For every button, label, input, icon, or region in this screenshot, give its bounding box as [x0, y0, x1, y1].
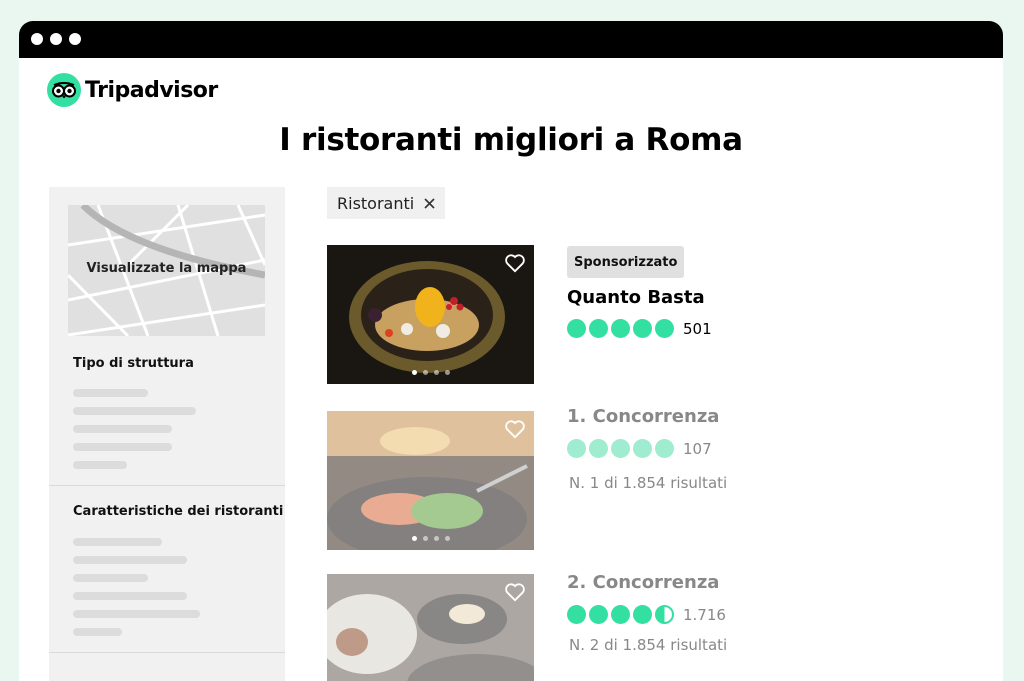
- rating-bubbles: 107: [567, 439, 712, 458]
- heart-icon[interactable]: [504, 582, 526, 602]
- window-control-dot[interactable]: [31, 33, 43, 45]
- review-count[interactable]: 1.716: [683, 606, 726, 624]
- browser-window: Tripadvisor I ristoranti migliori a Roma…: [19, 21, 1003, 681]
- filter-option-placeholder[interactable]: [73, 461, 127, 469]
- filter-chip-label: Ristoranti: [337, 193, 415, 213]
- listing-photo[interactable]: [327, 245, 534, 384]
- rating-bubble-icon: [633, 439, 652, 458]
- photo-carousel-dots[interactable]: [327, 370, 534, 375]
- rating-bubble-icon: [611, 605, 630, 624]
- listing-photo[interactable]: [327, 411, 534, 550]
- map-preview[interactable]: Visualizzate la mappa: [68, 205, 265, 336]
- sponsored-badge: Sponsorizzato: [567, 246, 685, 278]
- heart-icon[interactable]: [504, 419, 526, 439]
- rating-bubble-icon: [567, 439, 586, 458]
- rating-bubble-icon: [611, 439, 630, 458]
- logo-wordmark: Tripadvisor: [85, 77, 218, 103]
- photo-carousel-dots[interactable]: [327, 536, 534, 541]
- section-divider: [49, 652, 285, 653]
- filter-option-placeholder[interactable]: [73, 425, 172, 433]
- review-count[interactable]: 107: [683, 440, 712, 458]
- rating-bubble-icon: [611, 319, 630, 338]
- food-photo: [327, 411, 534, 550]
- rating-bubble-icon: [655, 439, 674, 458]
- heart-icon[interactable]: [504, 253, 526, 273]
- listing-rank: N. 2 di 1.854 risultati: [569, 636, 728, 654]
- structure-type-heading: Tipo di struttura: [73, 356, 194, 371]
- listing-title[interactable]: 2. Concorrenza: [567, 572, 719, 593]
- rating-bubble-icon: [567, 605, 586, 624]
- rating-bubble-icon: [633, 319, 652, 338]
- filter-option-placeholder[interactable]: [73, 592, 187, 600]
- food-photo: [327, 574, 534, 681]
- rating-bubbles: 501: [567, 319, 712, 338]
- rating-bubble-icon: [589, 439, 608, 458]
- rating-bubble-icon: [633, 605, 652, 624]
- restaurant-features-heading: Caratteristiche dei ristoranti: [73, 504, 284, 519]
- filter-option-placeholder[interactable]: [73, 407, 196, 415]
- filter-option-placeholder[interactable]: [73, 389, 148, 397]
- window-control-dot[interactable]: [50, 33, 62, 45]
- rating-bubbles: 1.716: [567, 605, 726, 624]
- owl-icon: [47, 73, 81, 107]
- rating-bubble-icon: [567, 319, 586, 338]
- rating-bubble-icon: [655, 605, 674, 624]
- rating-bubble-icon: [655, 319, 674, 338]
- rating-bubble-icon: [589, 605, 608, 624]
- listing-title[interactable]: 1. Concorrenza: [567, 406, 719, 427]
- window-control-dot[interactable]: [69, 33, 81, 45]
- listing-title[interactable]: Quanto Basta: [567, 287, 705, 308]
- listing-rank: N. 1 di 1.854 risultati: [569, 474, 728, 492]
- filter-option-placeholder[interactable]: [73, 574, 148, 582]
- browser-titlebar: [19, 21, 1003, 58]
- filter-option-placeholder[interactable]: [73, 538, 162, 546]
- filters-sidebar: Visualizzate la mappa Tipo di struttura …: [49, 187, 285, 681]
- filter-option-placeholder[interactable]: [73, 556, 187, 564]
- review-count[interactable]: 501: [683, 320, 712, 338]
- food-photo: [327, 245, 534, 384]
- page-title: I ristoranti migliori a Roma: [279, 122, 743, 158]
- filter-chip-restaurants[interactable]: Ristoranti: [327, 187, 446, 219]
- filter-option-placeholder[interactable]: [73, 443, 172, 451]
- view-map-label[interactable]: Visualizzate la mappa: [68, 261, 265, 276]
- section-divider: [49, 485, 285, 486]
- tripadvisor-logo[interactable]: Tripadvisor: [47, 73, 218, 107]
- listing-photo[interactable]: [327, 574, 534, 681]
- close-icon[interactable]: [424, 197, 435, 209]
- rating-bubble-icon: [589, 319, 608, 338]
- filter-option-placeholder[interactable]: [73, 610, 200, 618]
- filter-option-placeholder[interactable]: [73, 628, 122, 636]
